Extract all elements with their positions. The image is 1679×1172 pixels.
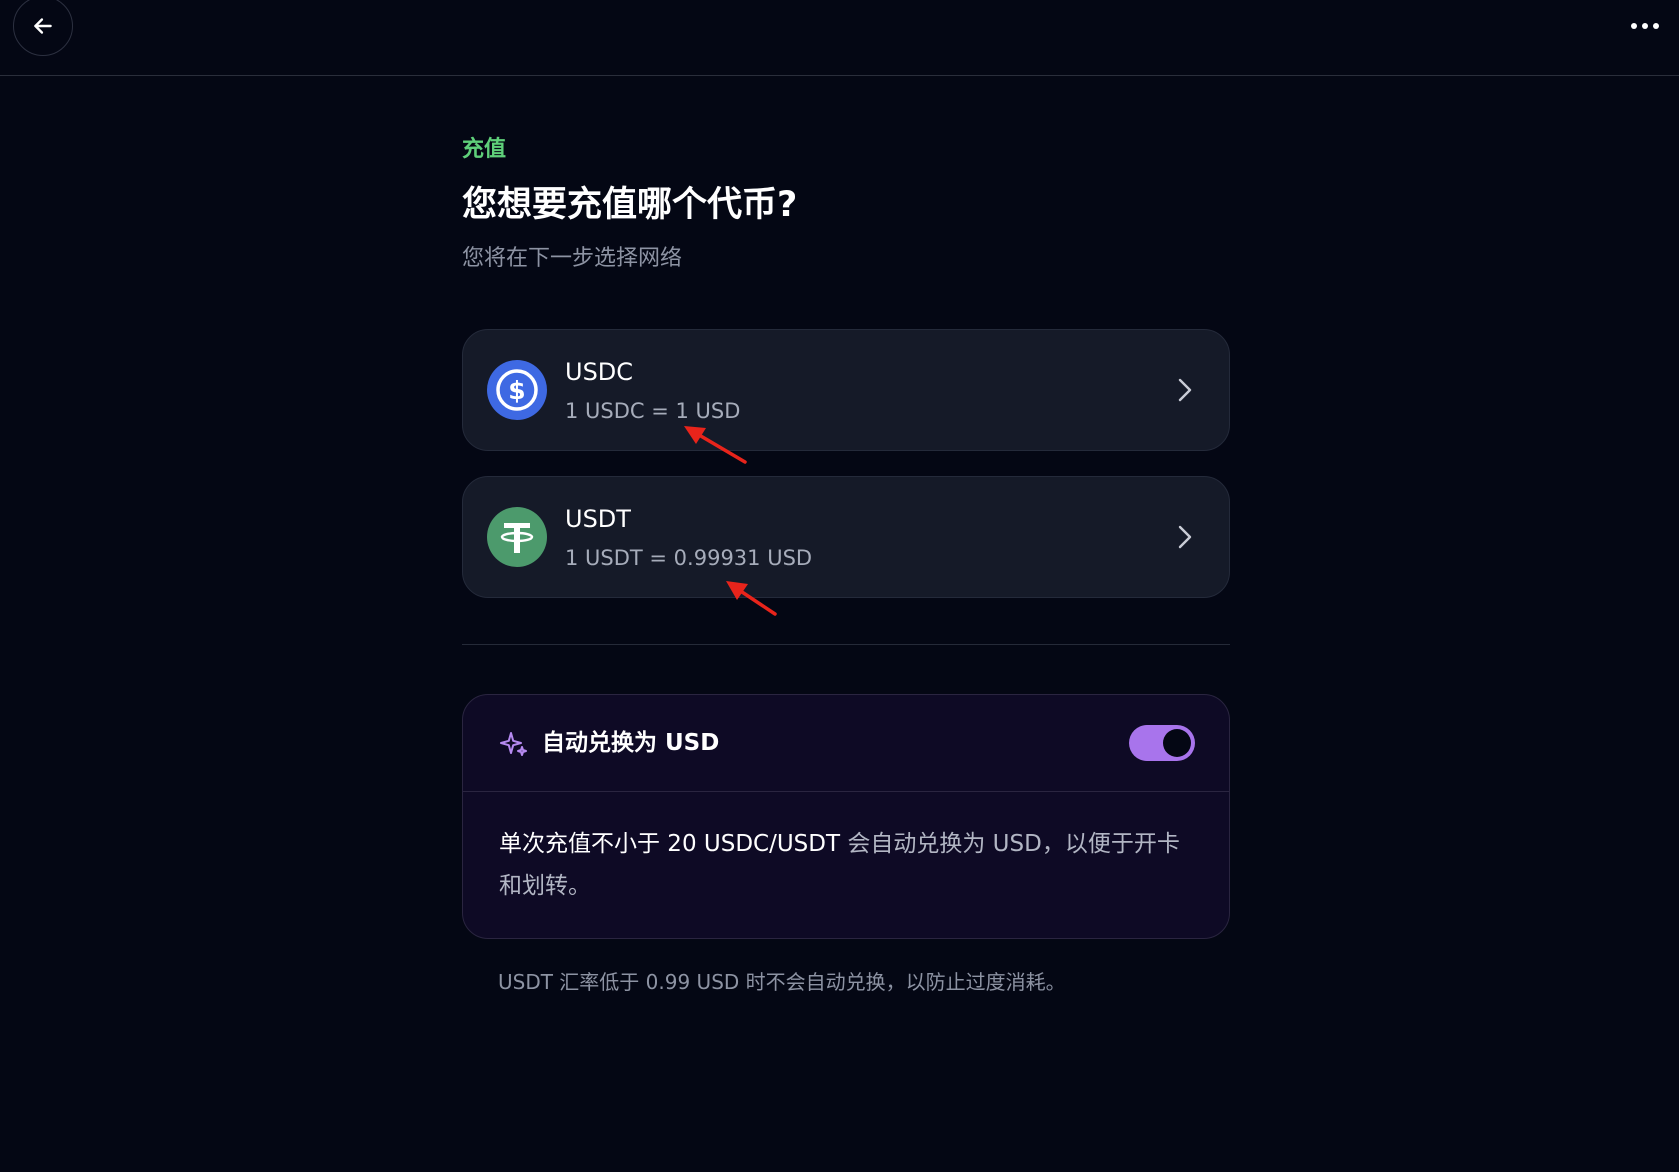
token-name: USDT: [565, 505, 631, 533]
auto-convert-threshold: 单次充值不小于 20 USDC/USDT: [499, 831, 841, 857]
auto-convert-card: 自动兑换为 USD 单次充值不小于 20 USDC/USDT 会自动兑换为 US…: [462, 694, 1230, 939]
token-name: USDC: [565, 358, 634, 386]
chevron-right-icon: [1175, 375, 1195, 405]
token-card-usdt[interactable]: USDT 1 USDT = 0.99931 USD: [462, 476, 1230, 598]
page-title: 您想要充值哪个代币?: [462, 185, 798, 225]
arrow-left-icon: [34, 18, 52, 34]
sparkle-icon: [500, 732, 527, 756]
more-button[interactable]: [1625, 12, 1665, 40]
token-card-usdc[interactable]: $ USDC 1 USDC = 1 USD: [462, 329, 1230, 451]
token-rate: 1 USDT = 0.99931 USD: [565, 546, 813, 570]
page-subtitle: 您将在下一步选择网络: [462, 246, 683, 271]
toggle-knob: [1163, 729, 1191, 757]
auto-convert-title: 自动兑换为 USD: [542, 730, 720, 756]
auto-convert-toggle[interactable]: [1129, 725, 1195, 761]
usdc-icon: $: [487, 360, 547, 420]
section-divider: [462, 644, 1230, 645]
back-button[interactable]: [13, 0, 73, 56]
auto-convert-description: 单次充值不小于 20 USDC/USDT 会自动兑换为 USD，以便于开卡和划转…: [499, 823, 1199, 907]
top-bar: [0, 0, 1679, 76]
svg-text:$: $: [508, 376, 525, 405]
page-eyebrow: 充值: [462, 137, 507, 162]
chevron-right-icon: [1175, 522, 1195, 552]
auto-convert-note: USDT 汇率低于 0.99 USD 时不会自动兑换，以防止过度消耗。: [498, 970, 1066, 994]
auto-convert-header: 自动兑换为 USD: [463, 695, 1229, 792]
more-horizontal-icon: [1631, 23, 1659, 29]
usdt-icon: [487, 507, 547, 567]
deposit-content: 充值 您想要充值哪个代币? 您将在下一步选择网络 $ USDC 1 USDC =…: [462, 132, 1230, 994]
token-rate: 1 USDC = 1 USD: [565, 399, 741, 423]
